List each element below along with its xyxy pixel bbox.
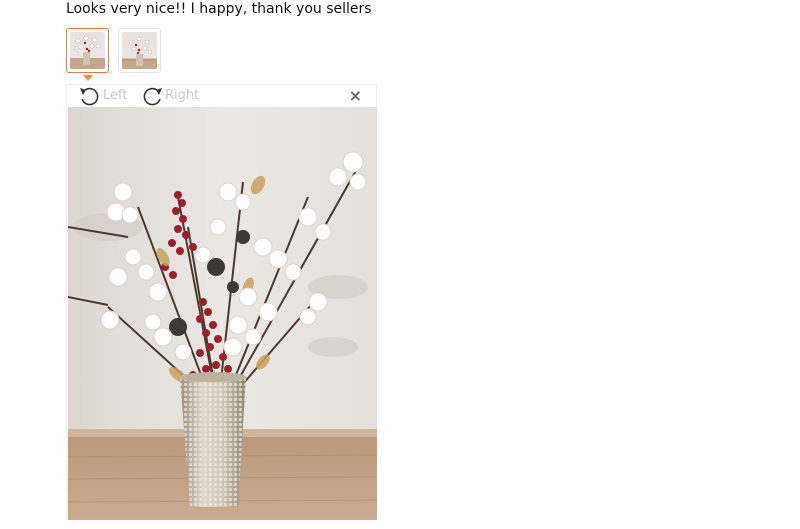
active-thumbnail-indicator	[83, 75, 93, 81]
rotate-right-label: Right	[165, 88, 200, 103]
rotate-left-button[interactable]: Left	[77, 85, 127, 107]
rotate-left-icon	[80, 87, 99, 106]
rotate-left-label: Left	[103, 88, 128, 103]
thumbnail-2[interactable]	[118, 28, 161, 73]
thumbnail-1[interactable]	[66, 28, 109, 73]
viewer-toolbar: Left Right ×	[67, 85, 376, 107]
review-photo	[68, 107, 377, 520]
rotate-right-icon	[143, 87, 162, 106]
rotate-right-button[interactable]: Right	[139, 85, 199, 107]
review-text: Looks very nice!! I happy, thank you sel…	[66, 1, 372, 17]
thumbnail-image	[70, 32, 105, 69]
close-icon[interactable]: ×	[349, 88, 362, 104]
thumbnail-strip	[66, 28, 161, 73]
image-viewer: Left Right ×	[66, 84, 377, 520]
thumbnail-image	[122, 32, 157, 69]
